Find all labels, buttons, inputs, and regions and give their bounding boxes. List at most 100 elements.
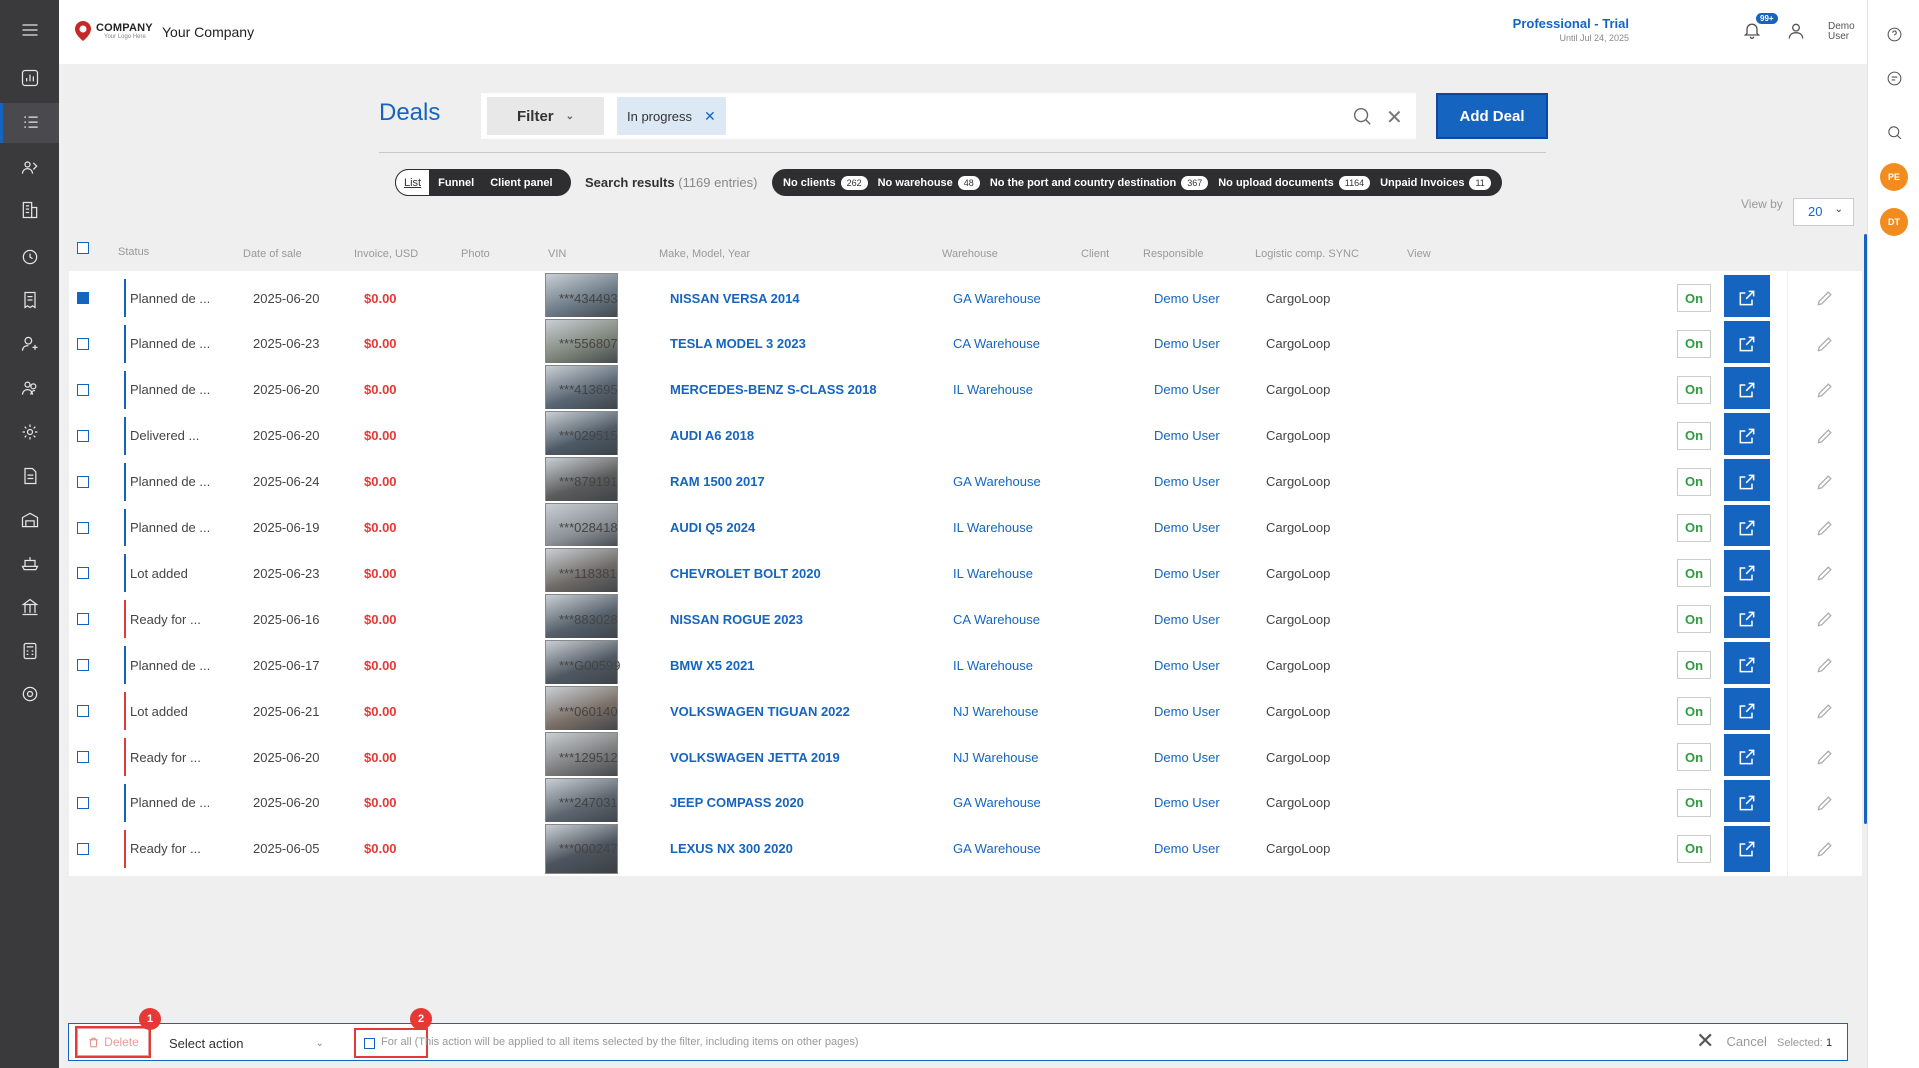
view-button[interactable] [1724, 550, 1770, 597]
row-checkbox[interactable] [77, 567, 89, 580]
sync-toggle[interactable]: On [1677, 743, 1711, 771]
quick-filter-pill[interactable]: No upload documents 1164 [1213, 175, 1375, 190]
row-checkbox[interactable] [77, 429, 89, 442]
cancel-button[interactable]: ✕ Cancel [1696, 1030, 1767, 1052]
row-checkbox[interactable] [77, 337, 89, 350]
sync-toggle[interactable]: On [1677, 697, 1711, 726]
view-button[interactable] [1724, 412, 1770, 459]
sync-toggle[interactable]: On [1677, 605, 1711, 634]
view-button[interactable] [1724, 320, 1770, 367]
sync-toggle[interactable]: On [1677, 421, 1711, 450]
warehouse-icon[interactable] [0, 500, 59, 540]
deals-list-icon[interactable] [0, 103, 59, 143]
col-invoice[interactable]: Invoice, USD [354, 248, 418, 260]
view-button[interactable] [1724, 779, 1770, 826]
view-button[interactable] [1724, 275, 1770, 321]
view-button[interactable] [1724, 642, 1770, 689]
sync-toggle[interactable]: On [1677, 559, 1711, 588]
view-funnel-tab[interactable]: Funnel [430, 169, 482, 196]
sync-toggle[interactable]: On [1677, 651, 1711, 680]
delete-button[interactable]: Delete [75, 1026, 151, 1058]
settings-icon[interactable] [0, 674, 59, 714]
row-checkbox[interactable] [77, 292, 89, 304]
user-avatar-button[interactable] [1786, 21, 1806, 44]
row-checkbox[interactable] [77, 796, 89, 809]
view-button[interactable] [1724, 366, 1770, 413]
search-icon[interactable] [1351, 105, 1373, 130]
view-button[interactable] [1724, 734, 1770, 780]
col-logistic[interactable]: Logistic comp. SYNC [1255, 248, 1359, 260]
menu-icon[interactable] [0, 10, 59, 50]
filter-button[interactable]: Filter ⌄ [487, 97, 604, 135]
search-bar[interactable]: Filter ⌄ In progress ✕ ✕ [481, 93, 1416, 139]
filter-chip[interactable]: In progress ✕ [617, 97, 726, 135]
dashboard-icon[interactable] [0, 58, 59, 98]
row-checkbox[interactable] [77, 613, 89, 626]
table-row[interactable]: Ready for ... 2025-06-05 $0.00 ***000247 LEX… [69, 821, 1862, 876]
view-client-panel-tab[interactable]: Client panel [482, 169, 560, 196]
sync-toggle[interactable]: On [1677, 284, 1711, 312]
row-checkbox[interactable] [77, 521, 89, 534]
for-all-checkbox[interactable] [364, 1038, 375, 1049]
users-icon[interactable] [0, 368, 59, 408]
sync-toggle[interactable]: On [1677, 467, 1711, 496]
row-checkbox[interactable] [77, 751, 89, 763]
plan-title[interactable]: Professional - Trial [1259, 16, 1629, 31]
add-deal-button[interactable]: Add Deal [1436, 93, 1548, 139]
row-checkbox[interactable] [77, 383, 89, 396]
partners-icon[interactable] [0, 147, 59, 187]
quick-filter-pill[interactable]: No the port and country destination 367 [985, 175, 1213, 190]
responsible-link[interactable]: Demo User [1154, 822, 1220, 876]
chip-close-icon[interactable]: ✕ [704, 108, 716, 125]
sync-toggle[interactable]: On [1677, 834, 1711, 863]
col-client[interactable]: Client [1081, 248, 1109, 260]
chat-icon[interactable] [1881, 65, 1907, 91]
document-icon[interactable] [0, 456, 59, 496]
row-checkbox[interactable] [77, 705, 89, 718]
user-name[interactable]: Demo User [1828, 22, 1868, 42]
sync-toggle[interactable]: On [1677, 513, 1711, 542]
make-model-link[interactable]: LEXUS NX 300 2020 [670, 822, 793, 876]
view-button[interactable] [1724, 596, 1770, 643]
invoice-icon[interactable] [0, 280, 59, 320]
calculator-icon[interactable] [0, 631, 59, 671]
edit-button[interactable] [1787, 821, 1862, 876]
sync-toggle[interactable]: On [1677, 329, 1711, 358]
col-responsible[interactable]: Responsible [1143, 248, 1204, 260]
port-icon[interactable] [0, 587, 59, 627]
col-warehouse[interactable]: Warehouse [942, 248, 998, 260]
avatar-dt[interactable]: DT [1880, 208, 1908, 236]
quick-filter-pill[interactable]: No warehouse 48 [873, 175, 985, 190]
avatar-pe[interactable]: PE [1880, 163, 1908, 191]
col-make[interactable]: Make, Model, Year [659, 248, 750, 260]
search-icon[interactable] [1881, 119, 1907, 145]
view-list-tab[interactable]: List [395, 169, 431, 196]
col-vin[interactable]: VIN [548, 248, 566, 260]
view-button[interactable] [1724, 688, 1770, 735]
quick-filter-pill[interactable]: No clients 262 [778, 175, 873, 190]
settings-gear-icon[interactable] [0, 412, 59, 452]
view-by-select[interactable]: 20 ⌄ [1793, 198, 1854, 226]
for-all-label[interactable]: For all [381, 1036, 412, 1048]
notifications-button[interactable]: 99+ [1742, 13, 1778, 44]
plan-info[interactable]: Professional - Trial Until Jul 24, 2025 [1259, 16, 1629, 43]
col-date[interactable]: Date of sale [243, 248, 302, 260]
ship-icon[interactable] [0, 543, 59, 583]
row-checkbox[interactable] [77, 475, 89, 488]
select-action-dropdown[interactable]: Select action ⌄ [165, 1030, 330, 1056]
scrollbar[interactable] [1864, 234, 1867, 824]
company-icon[interactable] [0, 190, 59, 230]
quick-filter-pill[interactable]: Unpaid Invoices 11 [1375, 175, 1496, 190]
view-button[interactable] [1724, 458, 1770, 505]
col-status[interactable]: Status [118, 246, 149, 258]
view-button[interactable] [1724, 825, 1770, 872]
warehouse-link[interactable]: GA Warehouse [953, 822, 1041, 876]
row-checkbox[interactable] [77, 659, 89, 672]
sync-icon[interactable] [0, 237, 59, 277]
sync-toggle[interactable]: On [1677, 788, 1711, 817]
sync-toggle[interactable]: On [1677, 375, 1711, 404]
help-icon[interactable] [1881, 21, 1907, 47]
select-all-checkbox[interactable] [77, 242, 89, 254]
view-button[interactable] [1724, 504, 1770, 551]
row-checkbox[interactable] [77, 842, 89, 855]
